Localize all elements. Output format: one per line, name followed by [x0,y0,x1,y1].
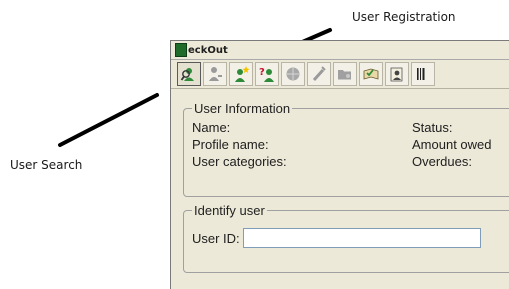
user-registration-callout: User Registration [352,10,456,24]
amount-owed-label: Amount owed [412,137,492,152]
identify-user-legend: Identify user [194,203,265,218]
user-help-button[interactable]: ? [255,62,279,86]
user-help-icon: ? [259,67,274,82]
overdues-label: Overdues: [412,154,472,169]
user-registration-button[interactable] [229,62,253,86]
user-id-input[interactable] [242,228,481,248]
app-logo-icon [175,43,187,57]
user-id-label: User ID: [192,230,240,246]
user-search-icon [180,68,194,81]
wand-disabled-button[interactable] [307,62,331,86]
user-search-button[interactable] [177,62,201,86]
user-disabled-icon [209,67,222,81]
name-label: Name: [192,120,231,135]
window-title: eckOut [188,44,228,56]
globe-disabled-button[interactable] [281,62,305,86]
profile-name-label: Profile name: [192,137,269,152]
user-information-legend: User Information [194,101,291,116]
book-check-icon [363,68,379,80]
user-search-callout: User Search [10,158,83,172]
title-bar: eckOut [171,41,509,60]
barcode-icon [417,68,425,80]
status-label: Status: [412,120,453,135]
folder-user-disabled-button[interactable] [333,62,357,86]
folder-user-disabled-icon [338,70,351,80]
book-user-button[interactable] [385,62,409,86]
user-information-group: User Information Name: Status: Profile n… [183,101,509,197]
user-search-pointer [58,93,159,147]
user-registration-icon [235,66,250,82]
main-content: User Information Name: Status: Profile n… [171,101,509,273]
user-disabled-button[interactable] [203,62,227,86]
barcode-button[interactable] [411,62,435,86]
wand-disabled-icon [312,66,326,82]
identify-user-group: Identify user User ID: [183,203,509,273]
svg-text:?: ? [259,67,265,78]
globe-disabled-icon [286,67,300,81]
book-check-button[interactable] [359,62,383,86]
checkout-window: eckOut ? User Information Name: Status: … [170,40,509,289]
user-categories-label: User categories: [192,154,287,169]
toolbar: ? [171,60,509,89]
book-user-icon [390,67,403,82]
